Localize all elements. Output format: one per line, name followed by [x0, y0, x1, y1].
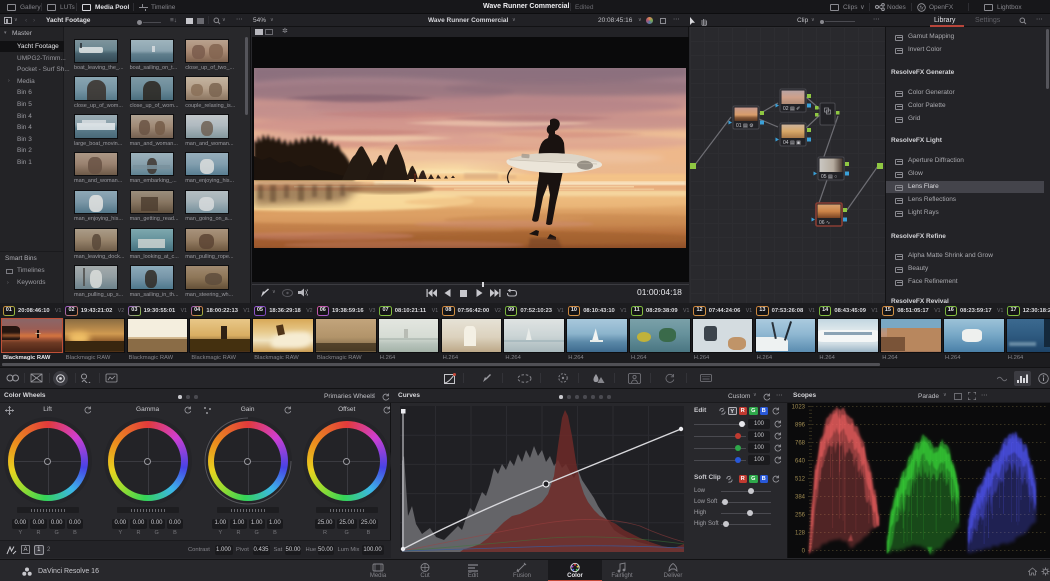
svg-text:1023: 1023 [792, 405, 806, 411]
svg-text:04 ▤ ▣: 04 ▤ ▣ [783, 140, 801, 146]
svg-text:896: 896 [795, 423, 806, 429]
svg-text:768: 768 [795, 441, 806, 447]
svg-text:fx: fx [919, 5, 924, 11]
svg-text:128: 128 [795, 531, 806, 537]
svg-text:01 ▤ ⚙: 01 ▤ ⚙ [736, 123, 754, 129]
svg-text:640: 640 [795, 459, 806, 465]
svg-text:06 ∿: 06 ∿ [819, 220, 830, 226]
svg-text:05 ▤ ○: 05 ▤ ○ [821, 174, 837, 180]
svg-text:256: 256 [795, 513, 806, 519]
svg-text:384: 384 [795, 495, 806, 501]
svg-text:02 ▤ ✐: 02 ▤ ✐ [783, 106, 800, 112]
svg-text:512: 512 [795, 477, 806, 483]
